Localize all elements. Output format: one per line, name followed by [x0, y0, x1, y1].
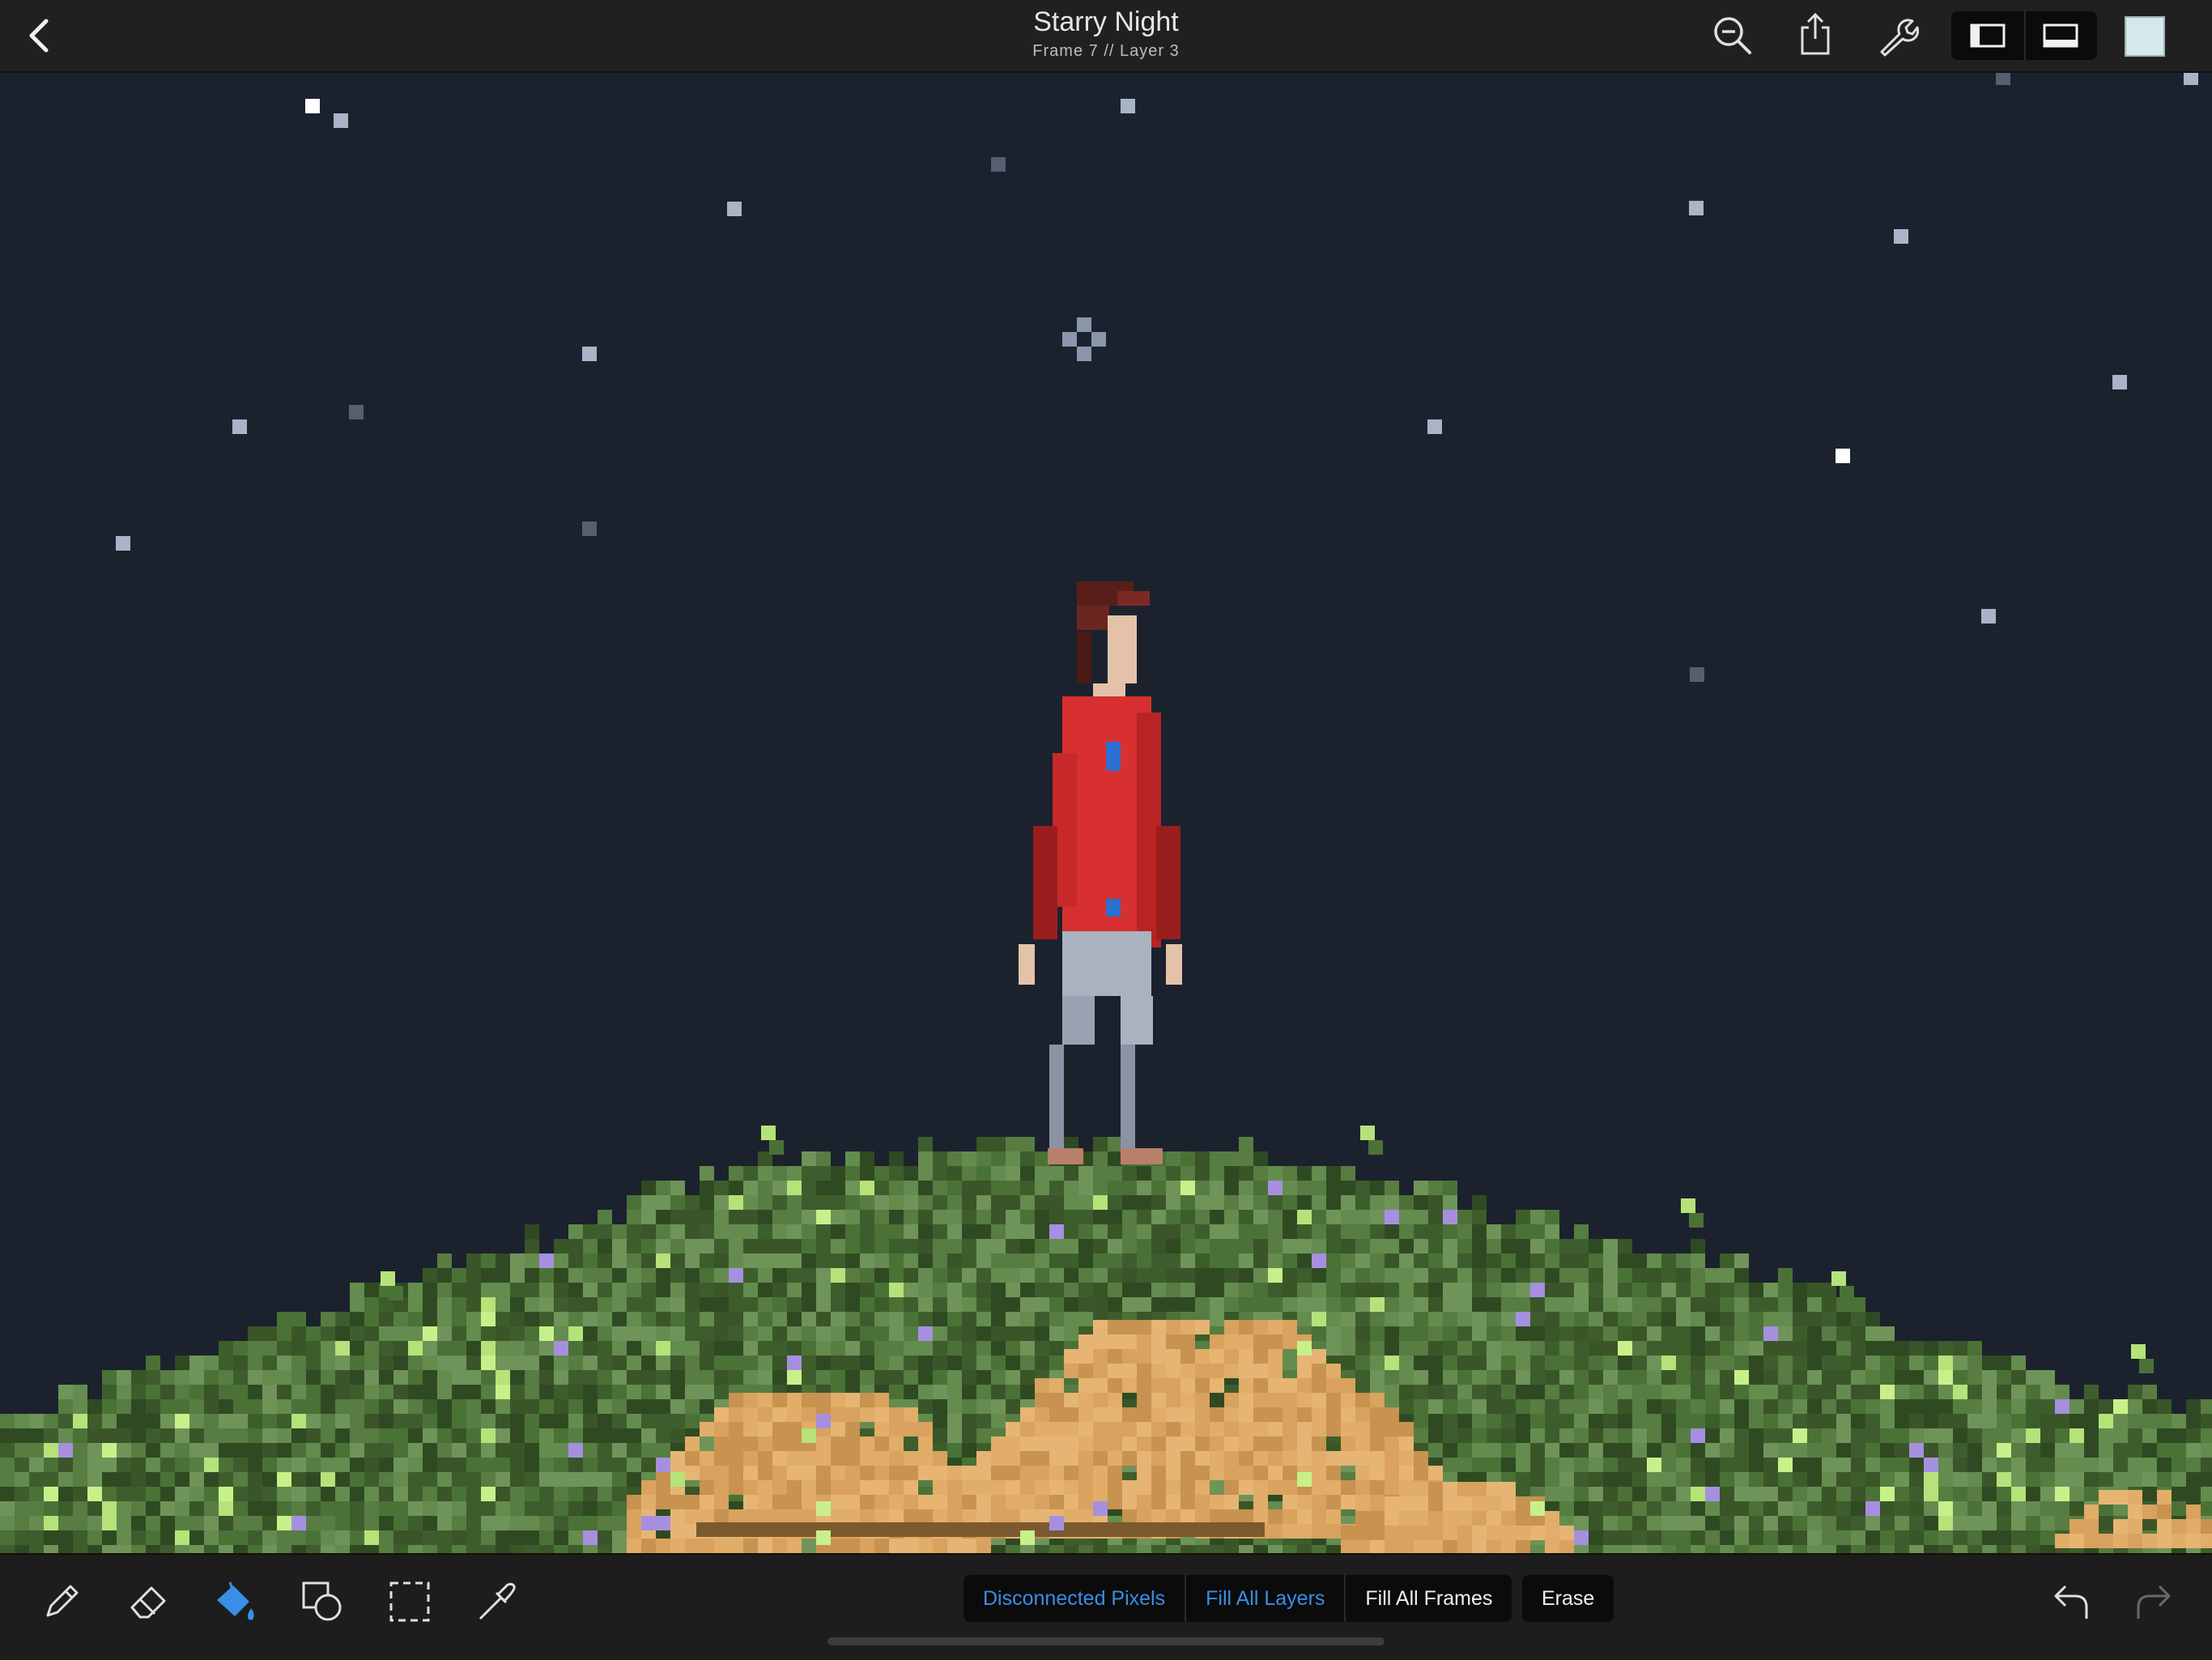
layout-bottom-panel-button[interactable]: [2024, 11, 2097, 60]
fill-all-layers-toggle[interactable]: Fill All Layers: [1186, 1575, 1346, 1622]
eyedropper-icon: [479, 1582, 516, 1620]
eraser-icon: [130, 1586, 166, 1619]
pixel-canvas[interactable]: [0, 73, 2212, 1553]
current-color-swatch[interactable]: [2125, 16, 2165, 57]
share-button[interactable]: [1789, 8, 1841, 60]
fill-options: Disconnected Pixels Fill All Layers Fill…: [963, 1575, 1512, 1622]
undo-icon: [2054, 1585, 2088, 1619]
fill-all-frames-toggle[interactable]: Fill All Frames: [1346, 1575, 1512, 1622]
zoom-out-icon: [1714, 17, 1751, 54]
undo-button[interactable]: [2042, 1573, 2100, 1631]
wrench-icon: [1880, 19, 1919, 57]
bottom-toolbar: Disconnected Pixels Fill All Layers Fill…: [0, 1553, 2212, 1660]
top-bar: Starry Night Frame 7 // Layer 3: [0, 0, 2212, 73]
fill-tool[interactable]: [207, 1573, 266, 1631]
redo-button[interactable]: [2125, 1573, 2183, 1631]
pixel-art: [0, 73, 2212, 1553]
pencil-icon: [46, 1585, 79, 1617]
layout-left-panel-button[interactable]: [1951, 11, 2026, 60]
layout-bottom-panel-icon: [2043, 23, 2078, 48]
layout-left-panel-icon: [1970, 23, 2006, 48]
layout-toggle: [1951, 11, 2097, 60]
eyedropper-tool[interactable]: [468, 1573, 526, 1631]
zoom-out-button[interactable]: [1707, 10, 1759, 62]
shapes-icon: [302, 1581, 342, 1621]
settings-button[interactable]: [1872, 10, 1924, 62]
selection-icon: [389, 1581, 430, 1622]
paint-bucket-icon: [217, 1581, 254, 1620]
eraser-tool[interactable]: [120, 1573, 178, 1631]
selection-tool[interactable]: [381, 1573, 439, 1631]
shape-tool[interactable]: [293, 1573, 351, 1631]
pencil-tool[interactable]: [32, 1573, 91, 1631]
home-indicator: [827, 1637, 1385, 1645]
erase-button[interactable]: Erase: [1522, 1575, 1614, 1622]
disconnected-pixels-toggle[interactable]: Disconnected Pixels: [963, 1575, 1187, 1622]
share-icon: [1801, 12, 1830, 55]
redo-icon: [2137, 1585, 2171, 1619]
